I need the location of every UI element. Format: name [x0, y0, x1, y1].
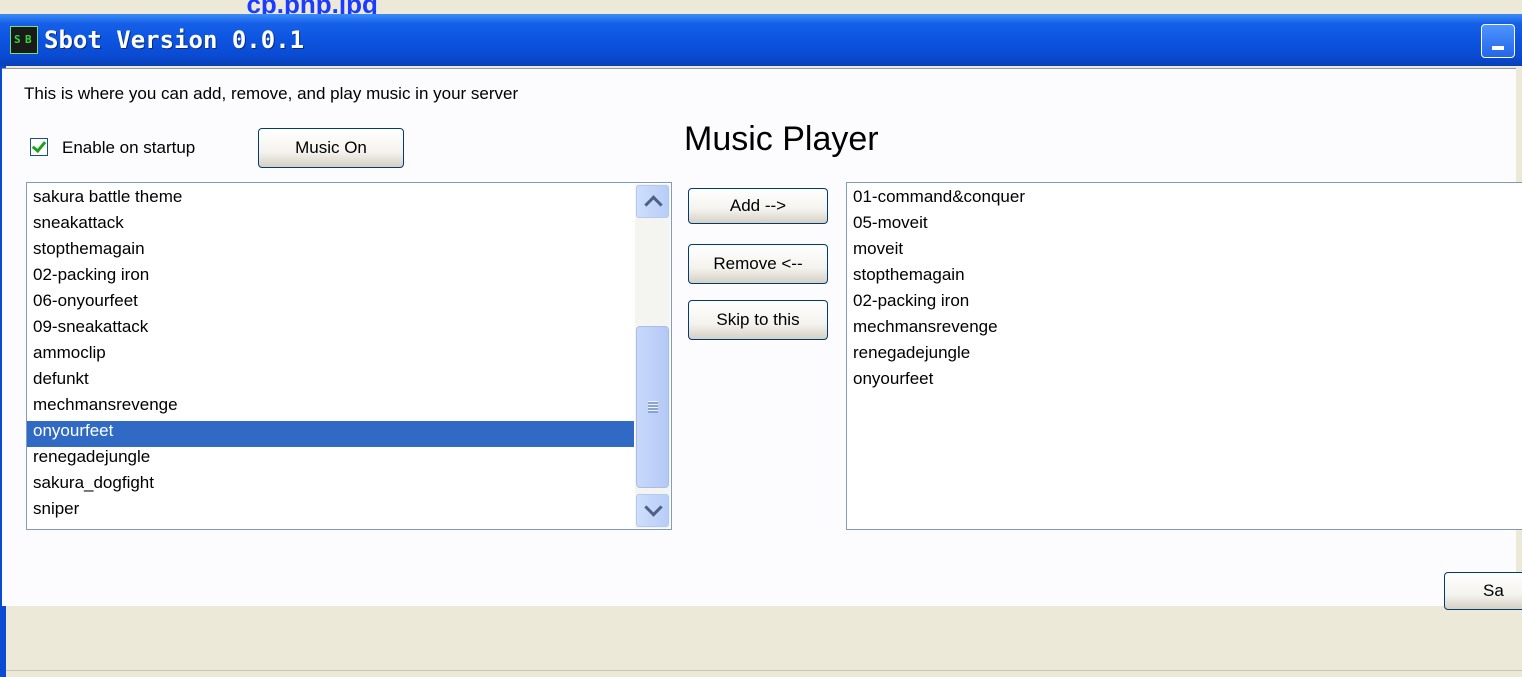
app-icon-letter-s: S — [14, 33, 21, 46]
scroll-down-arrow-icon[interactable] — [636, 494, 669, 527]
playlist-items: 01-command&conquer 05-moveit moveit stopthe… — [847, 187, 1522, 395]
list-item[interactable]: mechmansrevenge — [27, 395, 634, 421]
list-item[interactable]: defunkt — [27, 369, 634, 395]
skip-to-this-button[interactable]: Skip to this — [688, 300, 828, 340]
list-item[interactable]: ammoclip — [27, 343, 634, 369]
list-item[interactable]: renegadejungle — [27, 447, 634, 473]
library-items: sakura battle theme sneakattack stopthemag… — [27, 187, 634, 525]
playlist-list[interactable]: 01-command&conquer 05-moveit moveit stopthe… — [846, 182, 1522, 530]
enable-on-startup-checkbox[interactable] — [30, 138, 48, 156]
scroll-up-arrow-icon[interactable] — [636, 185, 669, 218]
list-item[interactable]: mechmansrevenge — [847, 317, 1522, 343]
list-item[interactable]: onyourfeet — [27, 421, 634, 447]
add-button[interactable]: Add --> — [688, 188, 828, 224]
music-library-list[interactable]: sakura battle theme sneakattack stopthemag… — [26, 182, 672, 530]
save-button[interactable]: Sa — [1444, 572, 1522, 610]
scrollbar-grip-icon — [648, 401, 658, 413]
list-item[interactable]: moveit — [847, 239, 1522, 265]
app-icon-letter-b: B — [25, 33, 32, 46]
list-item[interactable]: 06-onyourfeet — [27, 291, 634, 317]
page-title: Music Player — [684, 120, 879, 158]
list-item[interactable]: sneakattack — [27, 213, 634, 239]
library-scrollbar[interactable] — [635, 184, 670, 528]
status-strip — [6, 670, 1522, 677]
list-item[interactable]: stopthemagain — [27, 239, 634, 265]
list-item[interactable]: sakura_dogfight — [27, 473, 634, 499]
window-title: Sbot Version 0.0.1 — [44, 26, 305, 54]
list-item[interactable]: stopthemagain — [847, 265, 1522, 291]
list-item[interactable]: onyourfeet — [847, 369, 1522, 395]
list-item[interactable]: renegadejungle — [847, 343, 1522, 369]
music-on-button[interactable]: Music On — [258, 128, 404, 168]
enable-on-startup-label: Enable on startup — [62, 138, 196, 157]
list-item[interactable]: 09-sneakattack — [27, 317, 634, 343]
remove-button[interactable]: Remove <-- — [688, 244, 828, 284]
scrollbar-thumb[interactable] — [636, 326, 669, 488]
background-link-fragment: _cp.php.jpg — [232, 0, 552, 14]
app-window: _cp.php.jpg S B Sbot Version 0.0.1 Start… — [0, 0, 1522, 677]
title-bar[interactable]: S B Sbot Version 0.0.1 — [0, 14, 1522, 66]
minimize-button[interactable] — [1481, 24, 1515, 58]
list-item[interactable]: 02-packing iron — [847, 291, 1522, 317]
list-item[interactable]: 02-packing iron — [27, 265, 634, 291]
list-item[interactable]: sniper — [27, 499, 634, 525]
list-item[interactable]: sakura battle theme — [27, 187, 634, 213]
sbot-app-icon: S B — [10, 26, 38, 54]
page-description: This is where you can add, remove, and p… — [24, 84, 519, 103]
list-item[interactable]: 01-command&conquer — [847, 187, 1522, 213]
list-item[interactable]: 05-moveit — [847, 213, 1522, 239]
